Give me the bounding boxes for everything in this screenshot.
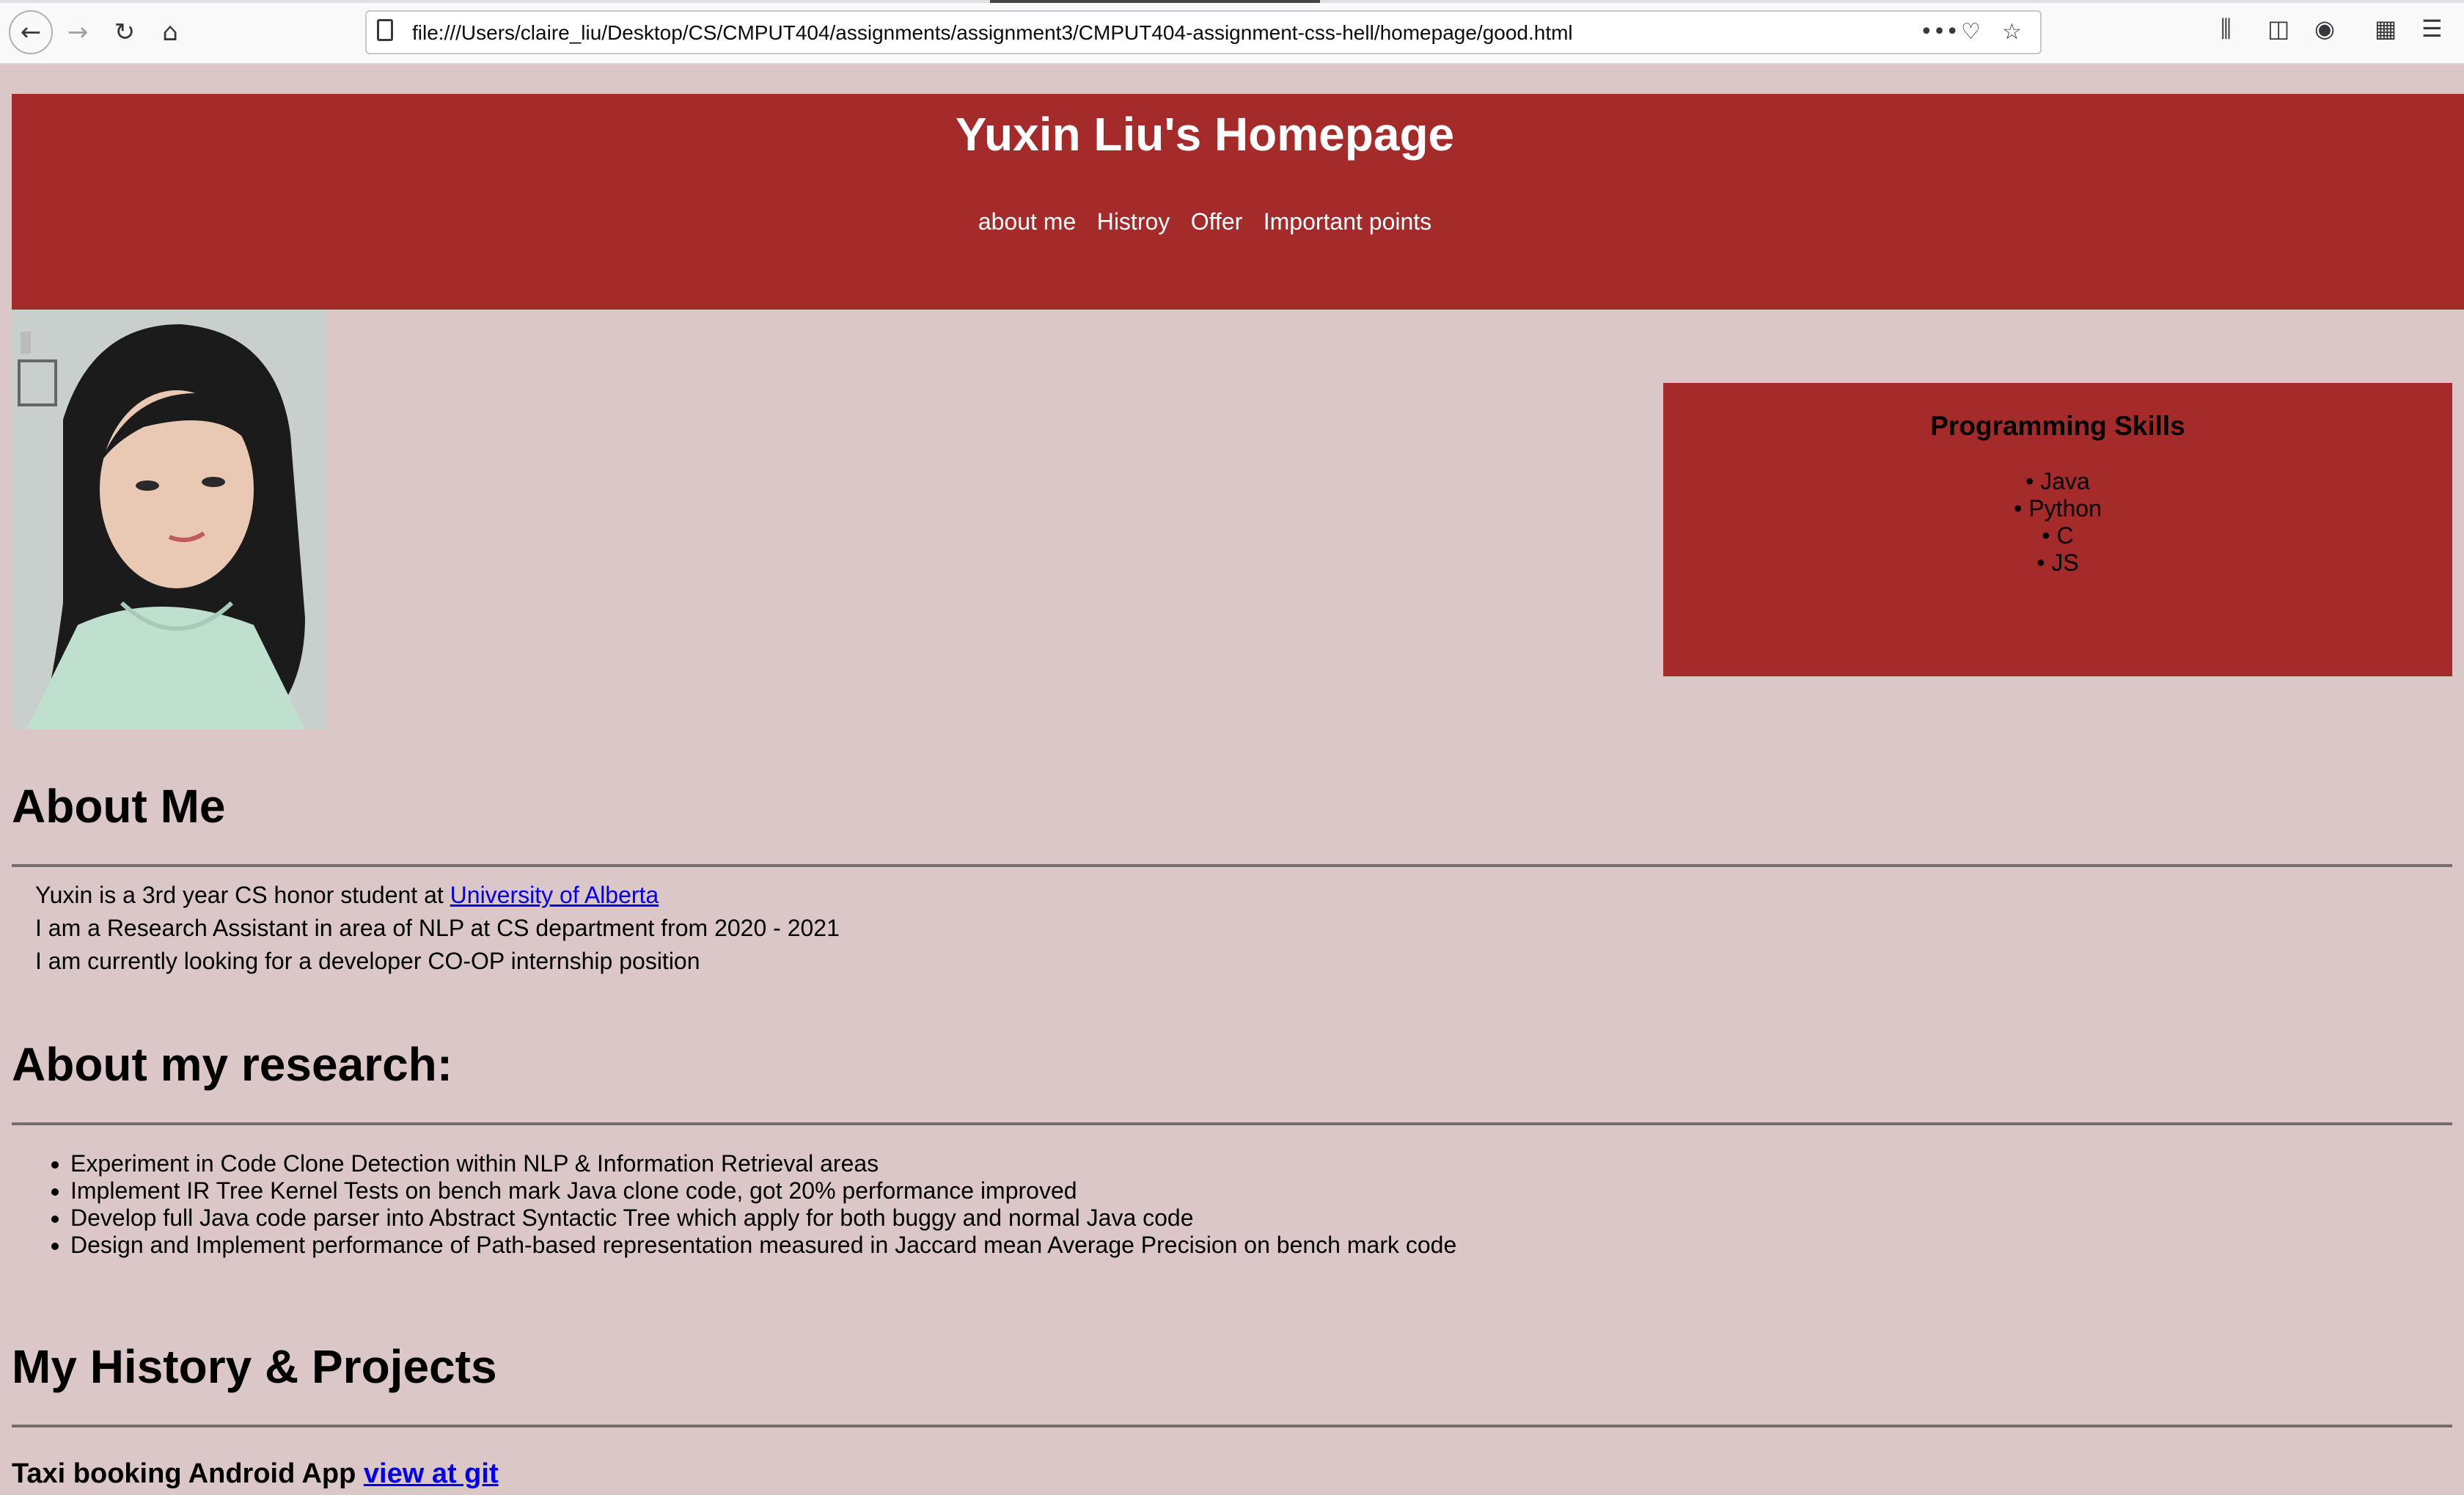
- main-nav: about me Histroy Offer Important points: [0, 208, 2431, 235]
- page-title: Yuxin Liu's Homepage: [955, 108, 1455, 161]
- skill-item: Python: [1663, 495, 2452, 522]
- about-line-3: I am currently looking for a developer C…: [35, 948, 700, 974]
- research-item: Design and Implement performance of Path…: [70, 1232, 1456, 1259]
- address-bar[interactable]: file:///Users/claire_liu/Desktop/CS/CMPU…: [365, 10, 2042, 54]
- skill-item: Java: [1663, 468, 2452, 495]
- tab-strip: [0, 0, 2464, 3]
- forward-arrow-icon[interactable]: →: [59, 13, 97, 51]
- profile-photo: [12, 310, 327, 729]
- divider: [12, 1122, 2452, 1125]
- pocket-icon[interactable]: ♡: [1961, 19, 1981, 45]
- skills-title: Programming Skills: [1930, 411, 2185, 441]
- browser-toolbar: ← → ↻ ⌂ file:///Users/claire_liu/Desktop…: [0, 0, 2464, 65]
- programming-skills-box: Programming Skills Java Python C JS: [1663, 383, 2452, 676]
- profile-photo-illustration: [12, 310, 327, 729]
- nav-history[interactable]: Histroy: [1097, 208, 1170, 235]
- project-item: Taxi booking Android App view at git: [12, 1458, 499, 1490]
- more-icon[interactable]: •••: [1920, 19, 1959, 45]
- extensions-icon[interactable]: ▦: [2375, 15, 2397, 43]
- url-text[interactable]: file:///Users/claire_liu/Desktop/CS/CMPU…: [412, 21, 1573, 45]
- account-icon[interactable]: ◉: [2314, 15, 2335, 43]
- sidebar-icon[interactable]: ◫: [2267, 15, 2289, 43]
- skill-item: JS: [1663, 549, 2452, 577]
- divider: [12, 864, 2452, 867]
- back-arrow-icon[interactable]: ←: [9, 10, 53, 54]
- about-line-1-text: Yuxin is a 3rd year CS honor student at: [35, 882, 450, 908]
- site-header: Yuxin Liu's Homepage about me Histroy Of…: [12, 94, 2464, 310]
- university-link[interactable]: University of Alberta: [450, 882, 659, 908]
- nav-about-me[interactable]: about me: [978, 208, 1076, 235]
- about-line-1: Yuxin is a 3rd year CS honor student at …: [35, 879, 840, 912]
- nav-offer[interactable]: Offer: [1191, 208, 1243, 235]
- history-heading: My History & Projects: [12, 1340, 497, 1393]
- project-git-link[interactable]: view at git: [364, 1458, 499, 1489]
- about-me-text: Yuxin is a 3rd year CS honor student at …: [35, 879, 840, 978]
- skills-list: Java Python C JS: [1663, 468, 2452, 577]
- reload-icon[interactable]: ↻: [106, 13, 144, 51]
- research-item: Develop full Java code parser into Abstr…: [70, 1205, 1456, 1232]
- research-item: Experiment in Code Clone Detection withi…: [70, 1150, 1456, 1177]
- library-icon[interactable]: ⫼: [2221, 15, 2232, 43]
- about-me-heading: About Me: [12, 780, 226, 833]
- research-list: Experiment in Code Clone Detection withi…: [44, 1150, 1456, 1259]
- bookmark-star-icon[interactable]: ☆: [2002, 19, 2022, 45]
- home-icon[interactable]: ⌂: [151, 13, 189, 51]
- research-item: Implement IR Tree Kernel Tests on bench …: [70, 1177, 1456, 1205]
- about-line-2: I am a Research Assistant in area of NLP…: [35, 915, 840, 941]
- divider: [12, 1425, 2452, 1428]
- menu-icon[interactable]: ☰: [2421, 15, 2443, 43]
- page-icon: [377, 19, 393, 41]
- nav-important-points[interactable]: Important points: [1264, 208, 1431, 235]
- active-tab-indicator[interactable]: [990, 0, 1320, 3]
- project-title: Taxi booking Android App: [12, 1458, 356, 1489]
- research-heading: About my research:: [12, 1038, 453, 1091]
- skill-item: C: [1663, 522, 2452, 549]
